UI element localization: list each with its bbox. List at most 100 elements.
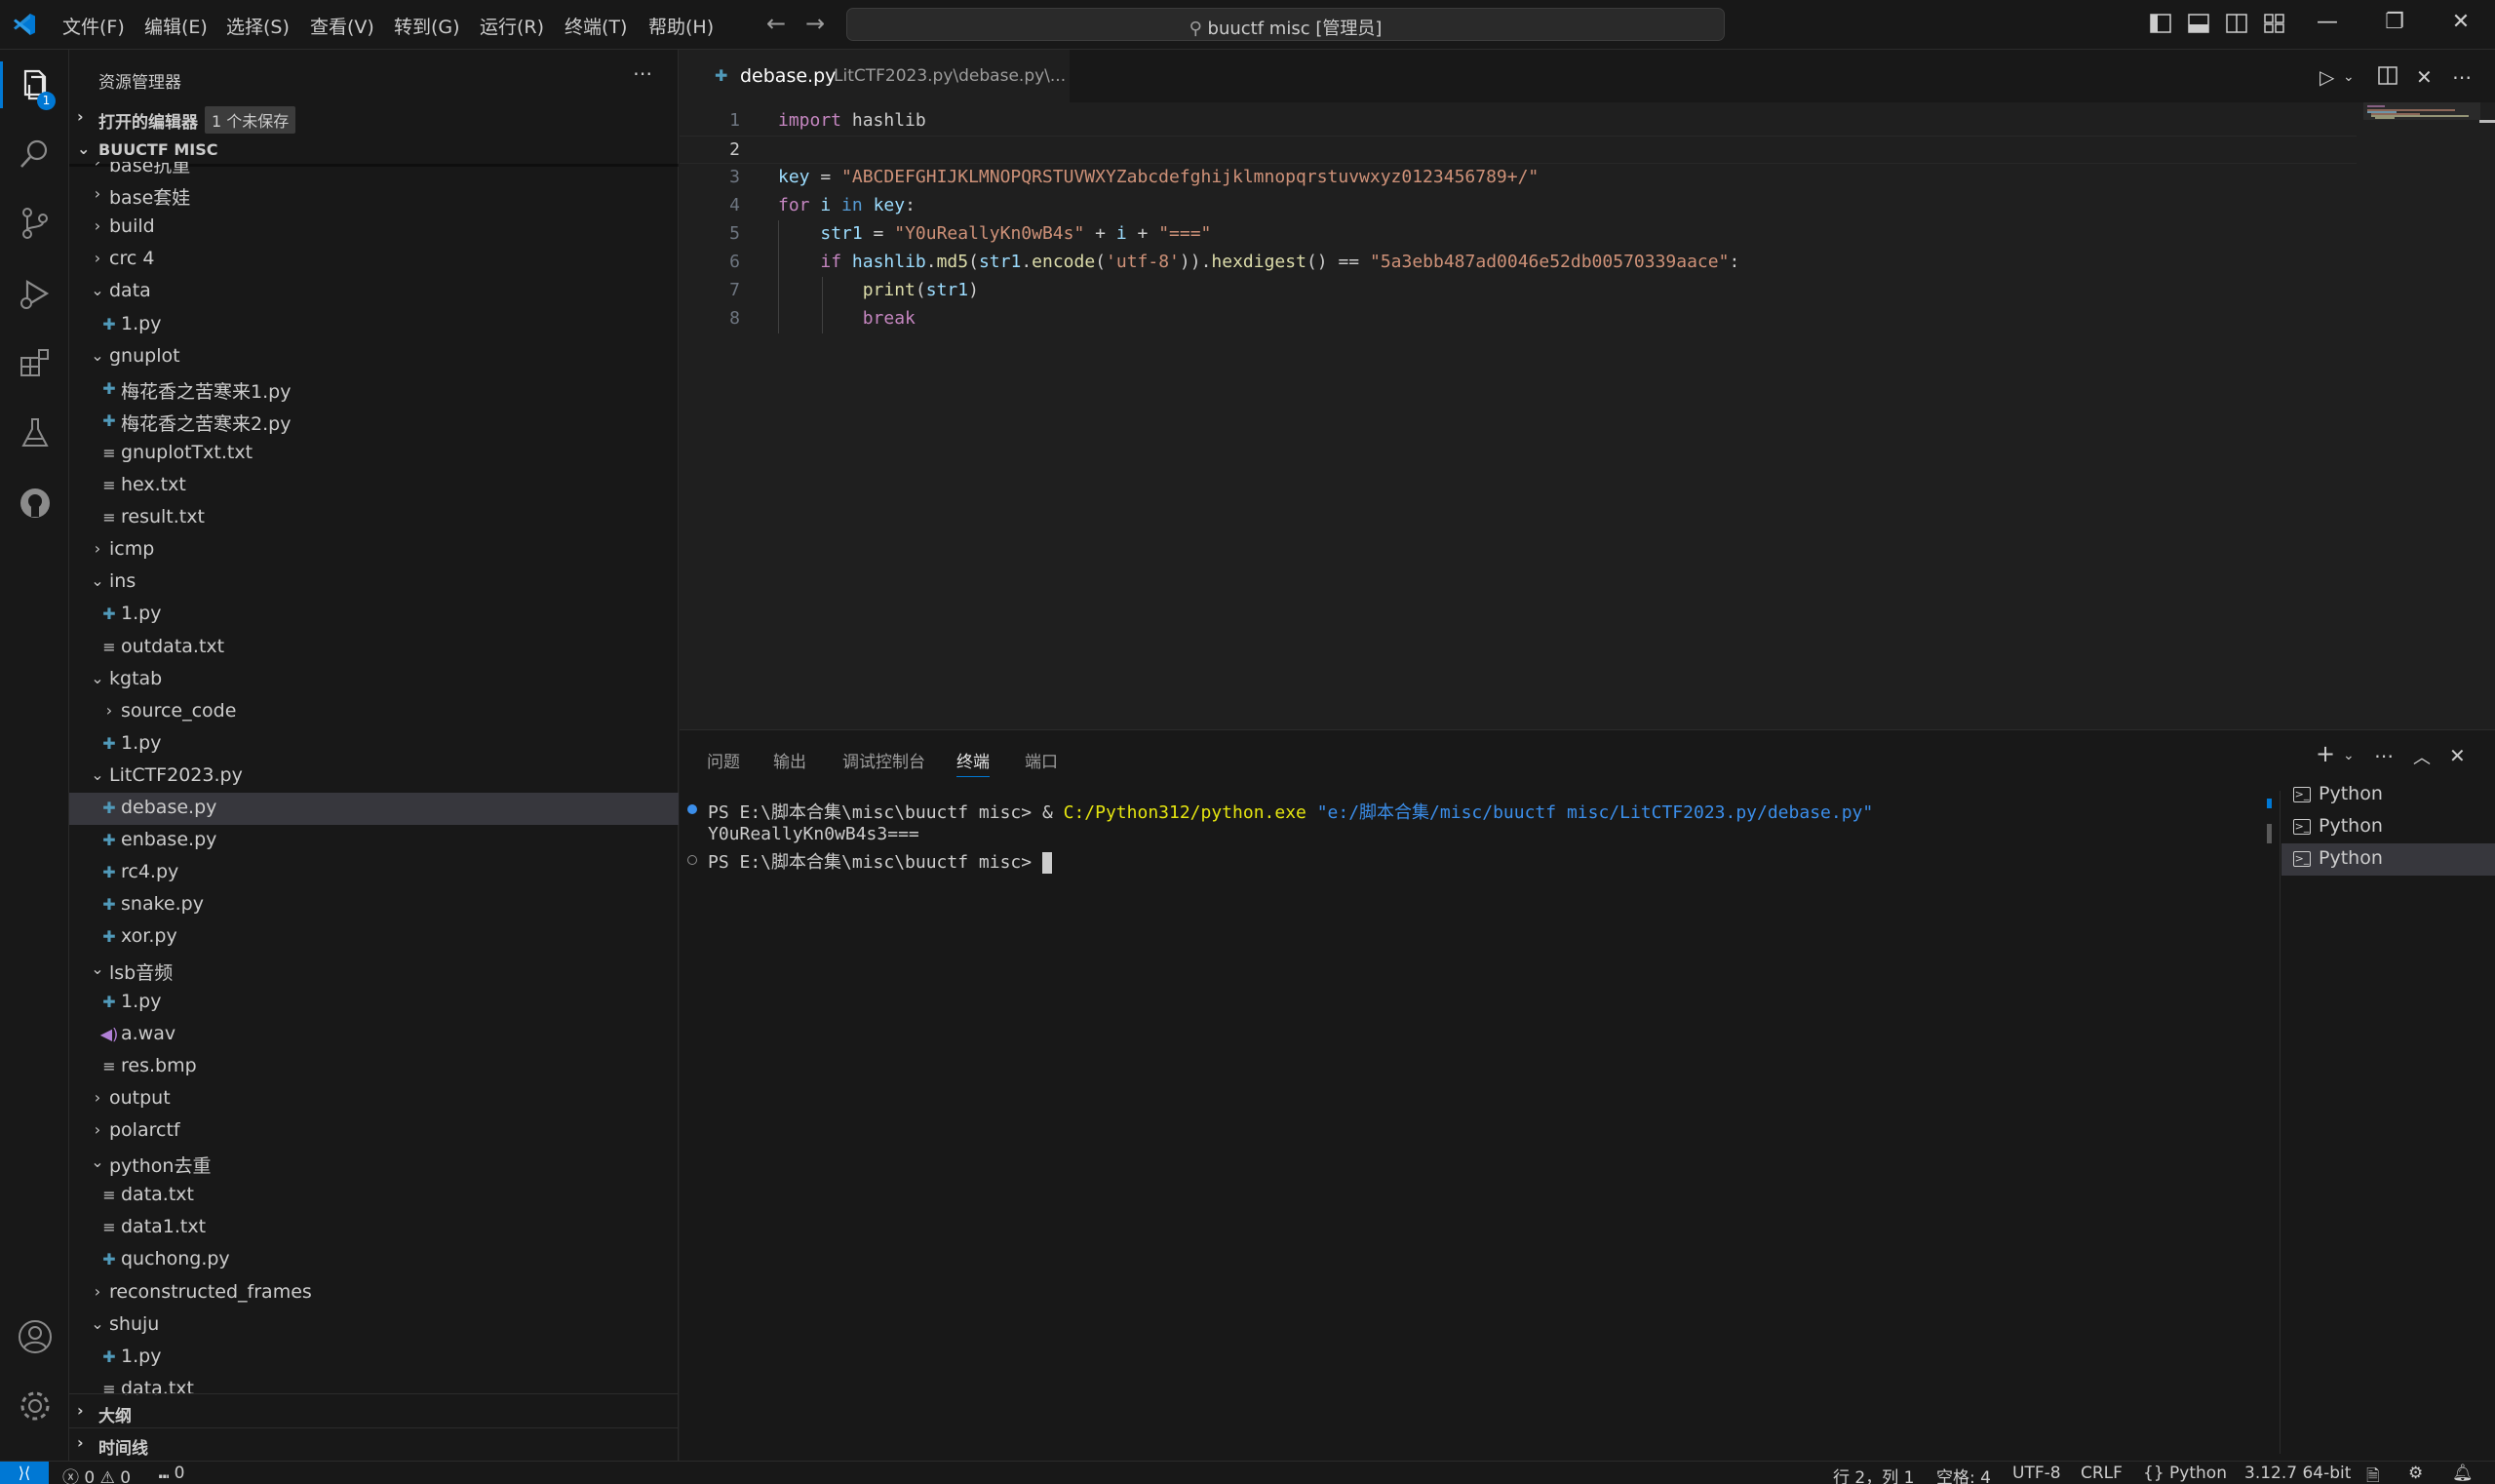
panel-more-icon[interactable]: ⋯ xyxy=(2374,744,2394,767)
tree-file[interactable]: ✚ xor.py xyxy=(69,921,679,954)
toggle-secondary-sidebar-icon[interactable] xyxy=(2226,14,2247,33)
tree-folder[interactable]: › reconstructed_frames xyxy=(69,1277,679,1309)
minimize-icon[interactable]: — xyxy=(2313,10,2342,34)
menu-help[interactable]: 帮助(H) xyxy=(648,13,714,39)
terminal-instance[interactable]: >_ Python xyxy=(2281,843,2495,876)
code-editor[interactable]: 1 import hashlib 2 3 key = "ABCDEFGHIJKLMNOP… xyxy=(680,102,2495,729)
maximize-panel-icon[interactable]: ︿ xyxy=(2413,744,2431,769)
encoding[interactable]: UTF-8 xyxy=(2012,1464,2061,1483)
notifications-bell-icon[interactable]: 🔔︎ xyxy=(2452,1464,2474,1483)
menu-terminal[interactable]: 终端(T) xyxy=(565,13,627,39)
menu-view[interactable]: 查看(V) xyxy=(310,13,374,39)
tree-folder[interactable]: ⌄ shuju xyxy=(69,1309,679,1342)
indentation[interactable]: 空格: 4 xyxy=(1936,1464,1991,1484)
terminal-scrollbar[interactable] xyxy=(2261,791,2281,1454)
tab-debase-py[interactable]: ✚ debase.py LitCTF2023.py\debase.py\... xyxy=(680,50,1070,102)
restore-icon[interactable]: ❐ xyxy=(2380,10,2409,34)
tab-terminal[interactable]: 终端 xyxy=(956,748,990,777)
toggle-panel-icon[interactable] xyxy=(2188,14,2209,33)
tree-folder[interactable]: › icmp xyxy=(69,534,679,566)
tree-folder[interactable]: ⌄ data xyxy=(69,276,679,308)
tab-debug-console[interactable]: 调试控制台 xyxy=(842,748,925,772)
tree-folder[interactable]: ⌄ kgtab xyxy=(69,664,679,696)
testing-flask-icon[interactable] xyxy=(16,413,55,452)
command-center-search[interactable]: ⚲ buuctf misc [管理员] xyxy=(846,8,1725,41)
tree-folder[interactable]: ⌄ lsb音频 xyxy=(69,955,679,987)
account-icon[interactable] xyxy=(16,1317,55,1356)
tree-file[interactable]: ✚ 1.py xyxy=(69,599,679,631)
extensions-icon[interactable] xyxy=(16,344,55,383)
line-ending[interactable]: CRLF xyxy=(2081,1464,2123,1483)
run-dropdown-icon[interactable]: ⌄ xyxy=(2343,69,2355,85)
cursor-position[interactable]: 行 2，列 1 xyxy=(1833,1464,1914,1484)
toggle-primary-sidebar-icon[interactable] xyxy=(2150,14,2171,33)
tree-folder[interactable]: › build xyxy=(69,212,679,244)
tree-file[interactable]: ≡ hex.txt xyxy=(69,470,679,502)
tree-folder[interactable]: › base套娃 xyxy=(69,179,679,212)
tree-folder[interactable]: › source_code xyxy=(69,696,679,728)
open-editors-section[interactable]: › 打开的编辑器 1 个未保存 xyxy=(69,102,679,135)
python-interpreter[interactable]: 3.12.7 64-bit xyxy=(2244,1464,2351,1483)
tree-file[interactable]: ✚ 梅花香之苦寒来2.py xyxy=(69,406,679,438)
close-editor-icon[interactable]: ✕ xyxy=(2416,65,2433,89)
tab-problems[interactable]: 问题 xyxy=(707,748,740,772)
run-python-icon[interactable]: ▷ xyxy=(2320,65,2334,89)
tree-file[interactable]: ≡ gnuplotTxt.txt xyxy=(69,438,679,470)
tree-file[interactable]: ✚ quchong.py xyxy=(69,1244,679,1276)
tree-file[interactable]: ≡ data1.txt xyxy=(69,1212,679,1244)
customize-layout-icon[interactable] xyxy=(2264,14,2285,33)
terminal-dropdown-icon[interactable]: ⌄ xyxy=(2343,748,2355,763)
terminal-instance[interactable]: >_ Python xyxy=(2281,779,2495,811)
tree-file[interactable]: ≡ data.txt xyxy=(69,1180,679,1212)
terminal-view[interactable]: PS E:\脚本合集\misc\buuctf misc> & C:/Python… xyxy=(680,791,2261,1454)
tree-folder[interactable]: ⌄ python去重 xyxy=(69,1148,679,1180)
github-icon[interactable] xyxy=(16,484,55,523)
scroll-thumb[interactable] xyxy=(2267,824,2272,843)
tree-folder[interactable]: ⌄ LitCTF2023.py xyxy=(69,761,679,793)
tree-file[interactable]: ✚ rc4.py xyxy=(69,857,679,889)
tree-folder[interactable]: ›base抗重 xyxy=(69,162,679,179)
tree-file[interactable]: ≡ outdata.txt xyxy=(69,632,679,664)
menu-file[interactable]: 文件(F) xyxy=(62,13,125,39)
tree-file[interactable]: ✚ enbase.py xyxy=(69,825,679,857)
tree-file[interactable]: ✚ debase.py xyxy=(69,793,679,825)
timeline-section[interactable]: › 时间线 xyxy=(69,1428,679,1461)
back-arrow-icon[interactable]: ← xyxy=(762,10,790,37)
search-icon[interactable] xyxy=(16,135,55,174)
menu-selection[interactable]: 选择(S) xyxy=(226,13,290,39)
tab-output[interactable]: 输出 xyxy=(773,748,806,772)
tree-folder[interactable]: › crc 4 xyxy=(69,244,679,276)
tree-file[interactable]: ✚ 1.py xyxy=(69,987,679,1019)
tree-file[interactable]: ✚ snake.py xyxy=(69,889,679,921)
language-mode[interactable]: {} Python xyxy=(2143,1464,2227,1483)
ports-status[interactable]: ⑉ 0 xyxy=(159,1464,184,1483)
new-terminal-plus-icon[interactable]: + xyxy=(2316,740,2335,767)
close-panel-icon[interactable]: ✕ xyxy=(2449,744,2466,767)
more-actions-icon[interactable]: ⋯ xyxy=(633,61,652,85)
forward-arrow-icon[interactable]: → xyxy=(801,10,829,37)
tab-ports[interactable]: 端口 xyxy=(1025,748,1058,772)
source-control-icon[interactable] xyxy=(16,204,55,243)
problems-status[interactable]: ⓧ 0 ⚠ 0 xyxy=(62,1464,131,1484)
file-icon[interactable]: 🗎 xyxy=(2366,1464,2380,1484)
menu-run[interactable]: 运行(R) xyxy=(480,13,544,39)
minimap[interactable] xyxy=(2363,102,2480,161)
editor-more-icon[interactable]: ⋯ xyxy=(2452,65,2472,89)
split-editor-icon[interactable] xyxy=(2378,66,2398,85)
tree-file[interactable]: ✚ 1.py xyxy=(69,1342,679,1374)
run-debug-icon[interactable] xyxy=(16,274,55,313)
tree-folder[interactable]: › output xyxy=(69,1083,679,1115)
tree-file[interactable]: ✚ 1.py xyxy=(69,728,679,761)
menu-edit[interactable]: 编辑(E) xyxy=(144,13,208,39)
tree-file[interactable]: ✚ 梅花香之苦寒来1.py xyxy=(69,373,679,406)
remote-indicator-icon[interactable]: ⟩⟨ xyxy=(0,1462,49,1484)
tree-file[interactable]: ≡ res.bmp xyxy=(69,1051,679,1083)
close-window-icon[interactable]: ✕ xyxy=(2446,10,2476,34)
manage-gear-icon[interactable] xyxy=(16,1386,55,1425)
tree-folder[interactable]: ⌄ ins xyxy=(69,566,679,599)
menu-go[interactable]: 转到(G) xyxy=(394,13,460,39)
tree-file[interactable]: ◀) a.wav xyxy=(69,1019,679,1051)
tree-file[interactable]: ✚ 1.py xyxy=(69,309,679,341)
tree-file[interactable]: ≡ result.txt xyxy=(69,502,679,534)
copilot-icon[interactable]: ⚙ xyxy=(2408,1464,2423,1483)
